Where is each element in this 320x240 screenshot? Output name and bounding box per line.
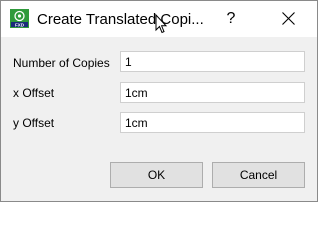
y-offset-field[interactable] bbox=[120, 112, 305, 133]
number-of-copies-field[interactable] bbox=[120, 51, 305, 72]
title-bar[interactable]: FXD Create Translated Copi... ? bbox=[1, 1, 317, 37]
number-of-copies-label: Number of Copies bbox=[13, 56, 110, 70]
y-offset-label: y Offset bbox=[13, 116, 55, 130]
x-offset-label: x Offset bbox=[13, 86, 55, 100]
fxd-app-icon: FXD bbox=[10, 9, 29, 28]
help-button[interactable]: ? bbox=[209, 1, 253, 37]
ok-button[interactable]: OK bbox=[110, 162, 203, 188]
close-button[interactable] bbox=[264, 1, 314, 37]
create-translated-copies-dialog: FXD Create Translated Copi... ? Number o… bbox=[0, 0, 318, 202]
x-offset-field[interactable] bbox=[120, 82, 305, 103]
svg-text:FXD: FXD bbox=[15, 22, 25, 27]
close-icon bbox=[282, 12, 295, 25]
cancel-button[interactable]: Cancel bbox=[212, 162, 305, 188]
dialog-title: Create Translated Copi... bbox=[37, 11, 204, 28]
mouse-cursor-icon bbox=[155, 13, 168, 39]
